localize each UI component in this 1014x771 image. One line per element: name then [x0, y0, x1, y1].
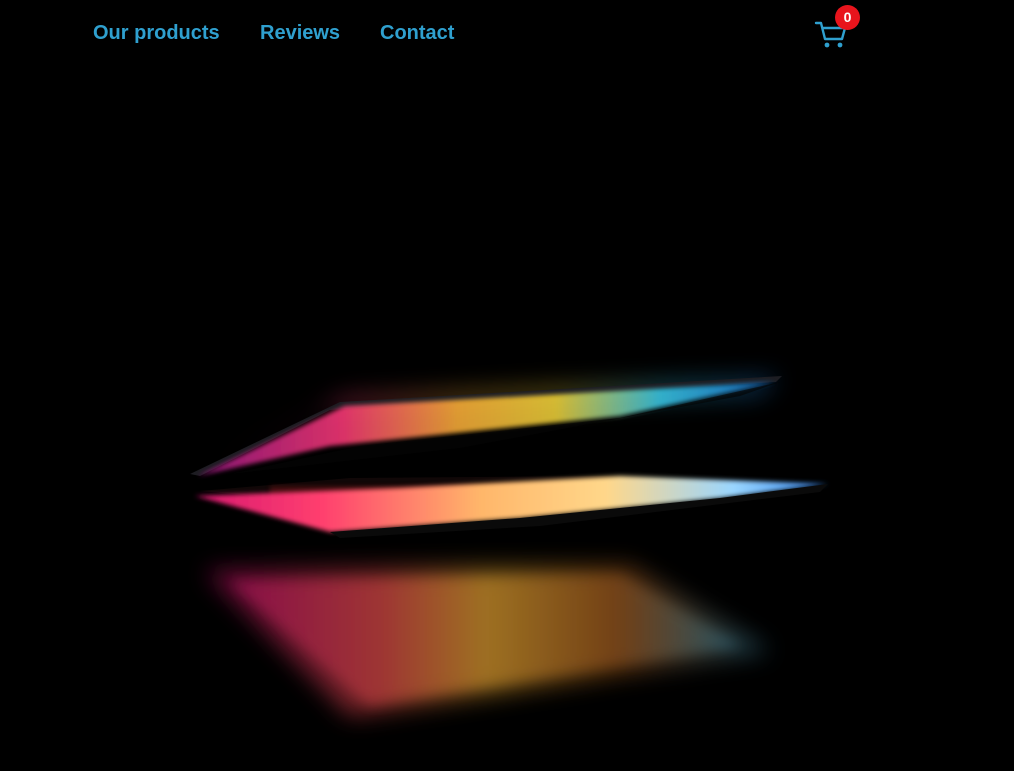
page: Our products Reviews Contact 0 [0, 0, 1014, 771]
cart-count-badge: 0 [835, 5, 860, 30]
nav-link-contact[interactable]: Contact [380, 20, 454, 46]
nav-link-our-products[interactable]: Our products [93, 20, 220, 46]
nav-link-reviews[interactable]: Reviews [260, 20, 340, 46]
hero-image [0, 66, 1014, 771]
laptop-illustration [190, 376, 828, 716]
top-navigation: Our products Reviews Contact 0 [0, 0, 1014, 66]
